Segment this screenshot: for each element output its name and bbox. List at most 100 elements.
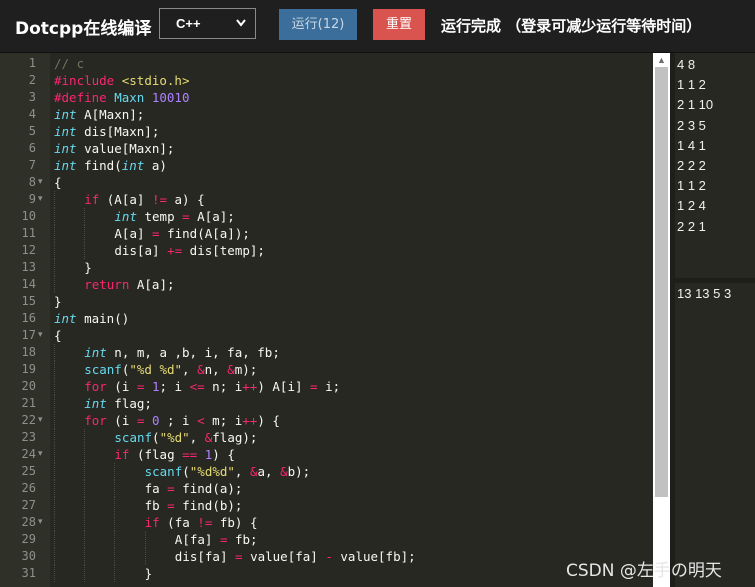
code-text: int temp = A[a]; <box>114 208 234 225</box>
code-line[interactable]: 27 fb = find(b); <box>0 497 670 514</box>
fold-toggle-icon[interactable]: ▾ <box>38 191 43 208</box>
code-line[interactable]: 3 #define Maxn 10010 <box>0 89 670 106</box>
code-token: n, m, a ,b, i, fa, fb; <box>106 345 280 360</box>
code-token: find(A[a]); <box>159 226 250 241</box>
code-line[interactable]: 5 int dis[Maxn]; <box>0 123 670 140</box>
code-token: int <box>54 124 77 139</box>
code-line[interactable]: 4 int A[Maxn]; <box>0 106 670 123</box>
indent-guide <box>84 242 86 259</box>
code-token: int <box>84 396 107 411</box>
code-text: int dis[Maxn]; <box>54 123 159 140</box>
input-line: 1 2 4 <box>677 198 706 214</box>
code-text: int n, m, a ,b, i, fa, fb; <box>84 344 280 361</box>
code-line[interactable]: 8 ▾ { <box>0 174 670 191</box>
indent-guide <box>54 480 55 497</box>
code-text: A[a] = find(A[a]); <box>114 225 249 242</box>
code-token: A[a]; <box>189 209 235 224</box>
fold-toggle-icon[interactable]: ▾ <box>38 174 43 191</box>
code-token: = <box>167 498 175 513</box>
code-line[interactable]: 2 #include <stdio.h> <box>0 72 670 89</box>
input-line: 1 4 1 <box>677 137 706 153</box>
code-line[interactable]: 20 for (i = 1; i <= n; i++) A[i] = i; <box>0 378 670 395</box>
indent-guide <box>114 497 116 514</box>
code-token: flag; <box>106 396 152 411</box>
code-text: #include <stdio.h> <box>54 72 189 89</box>
top-bar: Dotcpp在线编译 C++ 运行(12) 重置 运行完成 （登录可减少运行等待… <box>0 0 755 53</box>
code-token: if <box>114 447 130 462</box>
code-token: & <box>227 362 235 377</box>
code-line[interactable]: 17 ▾ { <box>0 327 670 344</box>
code-token: temp <box>136 209 183 224</box>
line-number: 27 <box>21 498 36 512</box>
code-text: fa = find(a); <box>145 480 243 497</box>
code-token: (fa <box>159 515 198 530</box>
input-area[interactable]: 4 8 1 1 2 2 1 10 2 3 5 1 4 1 2 2 2 1 1 2 1 2 4 2… <box>675 53 755 278</box>
code-token: - <box>325 549 333 564</box>
code-line[interactable]: 6 int value[Maxn]; <box>0 140 670 157</box>
code-line[interactable]: 14 return A[a]; <box>0 276 670 293</box>
code-line[interactable]: 18 int n, m, a ,b, i, fa, fb; <box>0 344 670 361</box>
code-line[interactable]: 29 A[fa] = fb; <box>0 531 670 548</box>
code-editor[interactable]: 1 // c 2 #include <stdio.h> 3 #define Maxn 10… <box>0 53 670 587</box>
line-number: 10 <box>21 209 36 223</box>
language-value: C++ <box>176 16 201 31</box>
code-text: scanf("%d%d", &a, &b); <box>145 463 311 480</box>
code-line[interactable]: 15} <box>0 293 670 310</box>
code-token: , <box>182 362 198 377</box>
code-line[interactable]: 7 int find(int a) <box>0 157 670 174</box>
indent-guide <box>84 429 86 446</box>
code-line[interactable]: 11 A[a] = find(A[a]); <box>0 225 670 242</box>
code-line[interactable]: 13} <box>0 259 670 276</box>
code-line[interactable]: 28 ▾ if (fa != fb) { <box>0 514 670 531</box>
scrollbar-thumb[interactable] <box>655 67 668 497</box>
scroll-up-arrow-icon[interactable]: ▲ <box>653 55 670 65</box>
code-text: if (fa != fb) { <box>145 514 258 531</box>
fold-toggle-icon[interactable]: ▾ <box>38 514 43 531</box>
code-token: // c <box>54 56 85 71</box>
indent-guide <box>54 429 55 446</box>
code-token: ) { <box>212 447 235 462</box>
code-line[interactable]: 25 scanf("%d%d", &a, &b); <box>0 463 670 480</box>
code-text: if (A[a] != a) { <box>84 191 204 208</box>
run-button[interactable]: 运行(12) <box>279 9 357 40</box>
code-line[interactable]: 10 int temp = A[a]; <box>0 208 670 225</box>
editor-scrollbar[interactable]: ▲ <box>653 53 670 587</box>
code-line[interactable]: 24 ▾ if (flag == 1) { <box>0 446 670 463</box>
reset-button[interactable]: 重置 <box>373 9 425 40</box>
code-line[interactable]: 9 ▾ if (A[a] != a) { <box>0 191 670 208</box>
code-line[interactable]: 23 scanf("%d", &flag); <box>0 429 670 446</box>
fold-toggle-icon[interactable]: ▾ <box>38 446 43 463</box>
code-line[interactable]: 1 // c <box>0 55 670 72</box>
code-line[interactable]: 16 int main() <box>0 310 670 327</box>
code-text: int find(int a) <box>54 157 167 174</box>
code-token: "%d" <box>159 430 190 445</box>
code-line[interactable]: 19 scanf("%d %d", &n, &m); <box>0 361 670 378</box>
indent-guide <box>114 463 116 480</box>
code-text: for (i = 1; i <= n; i++) A[i] = i; <box>84 378 340 395</box>
code-line[interactable]: 21 int flag; <box>0 395 670 412</box>
code-text: fb = find(b); <box>145 497 243 514</box>
io-divider <box>675 278 755 283</box>
code-token: 10010 <box>151 90 190 105</box>
code-token: find( <box>76 158 122 173</box>
language-select[interactable]: C++ <box>159 8 256 39</box>
line-number: 1 <box>28 56 36 70</box>
indent-guide <box>114 514 116 531</box>
code-line[interactable]: 26 fa = find(a); <box>0 480 670 497</box>
fold-toggle-icon[interactable]: ▾ <box>38 327 43 344</box>
code-token: (flag <box>129 447 183 462</box>
code-text: dis[a] += dis[temp]; <box>114 242 265 259</box>
fold-toggle-icon[interactable]: ▾ <box>38 412 43 429</box>
code-token: (i <box>106 379 137 394</box>
indent-guide <box>54 463 55 480</box>
indent-guide <box>54 276 55 293</box>
code-token: (A[a] <box>99 192 152 207</box>
code-line[interactable]: 12 dis[a] += dis[temp]; <box>0 242 670 259</box>
code-token: value[fb]; <box>332 549 416 564</box>
code-line[interactable]: 22 ▾ for (i = 0 ; i < m; i++) { <box>0 412 670 429</box>
line-number: 28 <box>21 515 36 529</box>
code-token: "%d%d" <box>189 464 235 479</box>
